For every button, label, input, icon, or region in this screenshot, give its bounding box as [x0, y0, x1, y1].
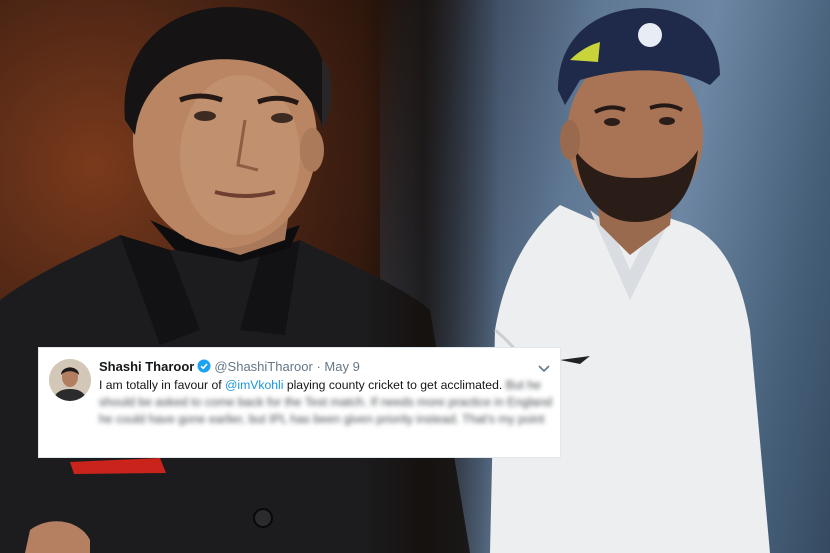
- tweet-date[interactable]: May 9: [324, 359, 359, 374]
- chevron-down-icon[interactable]: [538, 360, 550, 378]
- tweet-header: Shashi Tharoor @ShashiTharoor · May 9: [99, 359, 360, 377]
- mention-link[interactable]: @imVkohli: [225, 378, 283, 392]
- tweet-text: I am totally in favour of @imVkohli play…: [99, 377, 554, 428]
- tweet-text-start: I am totally in favour of: [99, 378, 225, 392]
- composite-photo: Shashi Tharoor @ShashiTharoor · May 9 I a…: [0, 0, 830, 553]
- tweet-text-clear: playing county cricket to get acclimated…: [283, 378, 503, 392]
- author-handle[interactable]: @ShashiTharoor: [214, 359, 312, 374]
- verified-badge-icon: [197, 359, 211, 377]
- right-person-photo: [490, 8, 770, 553]
- tweet-card[interactable]: Shashi Tharoor @ShashiTharoor · May 9 I a…: [38, 347, 561, 458]
- avatar[interactable]: [49, 359, 91, 401]
- author-name[interactable]: Shashi Tharoor: [99, 359, 194, 374]
- separator-dot: ·: [316, 359, 321, 374]
